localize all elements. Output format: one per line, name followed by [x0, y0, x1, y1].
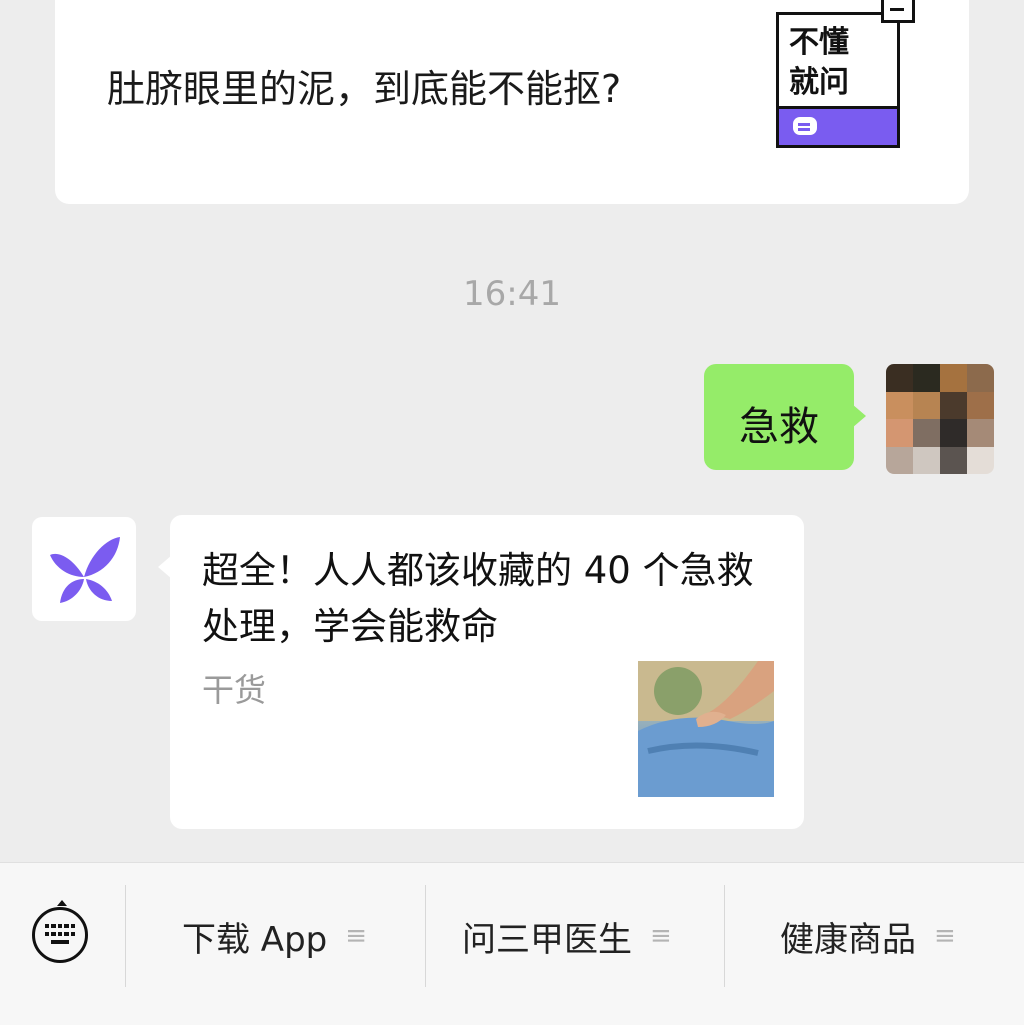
menu-item-download-app[interactable]: 下载 App ≡	[182, 911, 367, 961]
link-card-title: 超全！人人都该收藏的 40 个急救处理，学会能救命	[202, 549, 754, 648]
ask-badge-logo: 不懂 就问	[776, 0, 915, 148]
bot-avatar[interactable]	[32, 517, 136, 621]
menu-item-label: 问三甲医生	[462, 919, 632, 960]
keyboard-icon[interactable]	[32, 900, 88, 963]
menu-divider	[724, 885, 725, 987]
badge-bar	[779, 106, 897, 145]
menu-item-label: 健康商品	[780, 919, 916, 960]
menu-lines-icon: ≡	[650, 921, 672, 951]
link-card-thumbnail	[638, 661, 774, 797]
article-title: 肚脐眼里的泥，到底能不能抠?	[107, 67, 622, 111]
chat-icon	[793, 117, 817, 135]
outgoing-message-bubble[interactable]: 急救	[704, 364, 866, 470]
menu-item-label: 下载 App	[182, 919, 328, 960]
menu-item-ask-doctor[interactable]: 问三甲医生 ≡	[462, 911, 672, 961]
link-card-message[interactable]: 超全！人人都该收藏的 40 个急救处理，学会能救命 干货	[158, 515, 804, 829]
butterfly-logo-icon	[50, 537, 120, 603]
outgoing-message-text: 急救	[739, 404, 819, 450]
menu-divider	[125, 885, 126, 987]
badge-text: 不懂 就问	[789, 25, 849, 100]
user-avatar[interactable]	[886, 364, 994, 474]
message-timestamp: 16:41	[463, 274, 561, 314]
menu-divider	[425, 885, 426, 987]
article-card-top[interactable]: 肚脐眼里的泥，到底能不能抠? 不懂 就问	[55, 0, 969, 204]
menu-lines-icon: ≡	[934, 921, 956, 951]
link-card-tag: 干货	[202, 671, 267, 709]
menu-lines-icon: ≡	[345, 921, 368, 951]
bottom-menu-bar: 下载 App ≡ 问三甲医生 ≡ 健康商品 ≡	[0, 862, 1024, 1025]
flag-icon	[881, 0, 915, 23]
menu-item-health-products[interactable]: 健康商品 ≡	[780, 911, 956, 961]
